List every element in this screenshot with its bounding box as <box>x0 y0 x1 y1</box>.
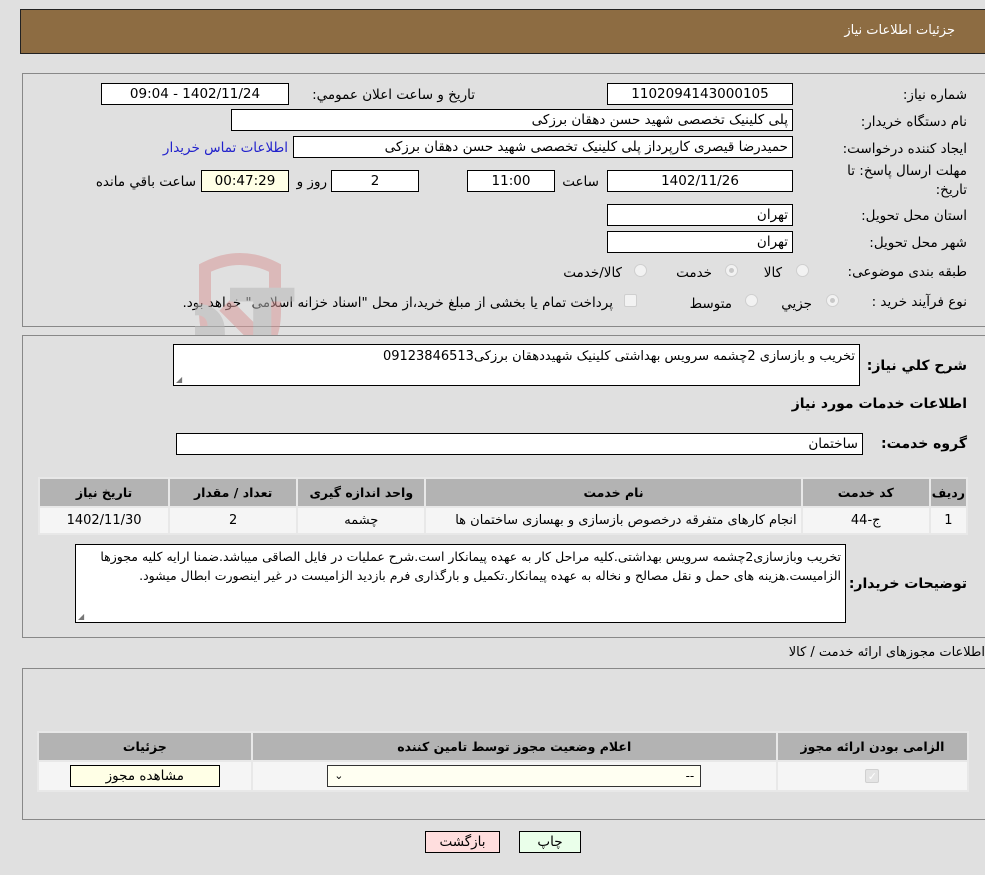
remaining-time-label: ساعت باقي مانده <box>95 174 196 190</box>
col-header-row-number: ردیف <box>928 477 969 508</box>
cell-service-code: ج-44 <box>800 506 931 535</box>
col-header-quantity: تعداد / مقدار <box>168 477 299 508</box>
days-label: روز و <box>296 174 327 190</box>
process-option-medium: متوسط <box>689 296 732 312</box>
category-option-goods-service: کالا/خدمت <box>563 265 622 281</box>
cell-service-name: انجام کارهای متفرقه درخصوص بازسازی و بهس… <box>424 506 803 535</box>
buyer-org-label: نام دستگاه خریدار: <box>860 114 967 130</box>
service-group-label: گروه خدمت: <box>881 436 967 452</box>
process-type-label: نوع فرآیند خرید : <box>871 294 967 310</box>
page-title: جزئیات اطلاعات نیاز <box>844 23 955 38</box>
cell-permit-required: ✓ <box>775 760 970 792</box>
resize-grip-icon[interactable]: ◢ <box>78 613 86 621</box>
col-header-permit-status: اعلام وضعیت مجوز توسط تامین کننده <box>250 731 778 762</box>
buyer-contact-link[interactable]: اطلاعات تماس خریدار <box>163 140 288 156</box>
print-button[interactable]: چاپ <box>519 831 581 853</box>
need-number-field: 1102094143000105 <box>607 83 793 105</box>
process-radio-minor[interactable] <box>826 294 839 307</box>
city-label: شهر محل تحویل: <box>869 235 967 251</box>
col-header-permit-required: الزامی بودن ارائه مجوز <box>775 731 970 762</box>
cell-row-number: 1 <box>928 506 969 535</box>
deadline-label-line1: مهلت ارسال پاسخ: تا <box>847 163 967 179</box>
services-table: ردیف کد خدمت نام خدمت واحد اندازه گیری ت… <box>37 477 969 535</box>
announce-datetime-field: 1402/11/24 - 09:04 <box>101 83 289 105</box>
creator-field: حمیدرضا قیصری کارپرداز پلی کلینیک تخصصی … <box>293 136 793 158</box>
view-permit-button[interactable]: مشاهده مجوز <box>69 765 220 787</box>
page-header: جزئیات اطلاعات نیاز <box>20 9 985 54</box>
cell-details: مشاهده مجوز <box>37 760 253 792</box>
general-description-label: شرح کلي نیاز: <box>866 358 967 374</box>
col-header-unit: واحد اندازه گیری <box>296 477 427 508</box>
permit-status-selected: -- <box>685 769 695 783</box>
chevron-down-icon: ⌄ <box>334 769 344 782</box>
cell-permit-status: -- ⌄ <box>250 760 778 792</box>
permit-status-select[interactable]: -- ⌄ <box>327 765 702 787</box>
permits-section-title: اطلاعات مجوزهای ارائه خدمت / کالا <box>788 645 985 660</box>
treasury-checkbox[interactable] <box>624 294 637 307</box>
remaining-time-field: 00:47:29 <box>201 170 289 192</box>
general-description-textarea[interactable]: تخریب و بازسازی 2چشمه سرویس بهداشتی کلین… <box>173 344 860 386</box>
col-header-service-code: کد خدمت <box>800 477 931 508</box>
city-field: تهران <box>607 231 793 253</box>
services-table-header-row: ردیف کد خدمت نام خدمت واحد اندازه گیری ت… <box>37 477 969 508</box>
general-description-text: تخریب و بازسازی 2چشمه سرویس بهداشتی کلین… <box>382 349 855 364</box>
deadline-date-field: 1402/11/26 <box>607 170 793 192</box>
col-header-need-date: تاریخ نیاز <box>37 477 171 508</box>
deadline-time-field: 11:00 <box>467 170 555 192</box>
category-option-service: خدمت <box>676 265 712 281</box>
deadline-time-label: ساعت <box>562 174 599 190</box>
cell-need-date: 1402/11/30 <box>37 506 171 535</box>
category-option-goods: کالا <box>763 265 782 281</box>
buyer-org-field: پلی کلینیک تخصصی شهید حسن دهقان برزکی <box>231 109 793 131</box>
process-option-minor: جزیي <box>781 296 812 312</box>
table-row: 1 ج-44 انجام کارهای متفرقه درخصوص بازساز… <box>37 506 969 535</box>
category-radio-service[interactable] <box>725 264 738 277</box>
cell-quantity: 2 <box>168 506 299 535</box>
days-remaining-field: 2 <box>331 170 419 192</box>
service-group-field: ساختمان <box>176 433 863 455</box>
announce-datetime-label: تاریخ و ساعت اعلان عمومي: <box>312 87 475 103</box>
buyer-notes-textarea[interactable]: تخریب وبازسازی2چشمه سرویس بهداشتی.کلیه م… <box>75 544 846 623</box>
permit-required-checkbox[interactable]: ✓ <box>865 768 880 783</box>
permits-table: الزامی بودن ارائه مجوز اعلام وضعیت مجوز … <box>37 731 970 792</box>
category-label: طبقه بندی موضوعی: <box>847 264 967 280</box>
buyer-notes-label: توضیحات خریدار: <box>848 576 967 592</box>
province-label: استان محل تحویل: <box>861 208 967 224</box>
process-radio-medium[interactable] <box>745 294 758 307</box>
cell-unit: چشمه <box>296 506 427 535</box>
col-header-service-name: نام خدمت <box>424 477 803 508</box>
col-header-details: جزئیات <box>37 731 253 762</box>
treasury-payment-text: پرداخت تمام یا بخشی از مبلغ خرید،از محل … <box>182 295 613 311</box>
creator-label: ایجاد کننده درخواست: <box>842 141 967 157</box>
table-row: ✓ -- ⌄ مشاهده مجوز <box>37 760 970 792</box>
deadline-label-line2: تاریخ: <box>935 182 967 198</box>
back-button[interactable]: بازگشت <box>425 831 500 853</box>
category-radio-goods[interactable] <box>796 264 809 277</box>
province-field: تهران <box>607 204 793 226</box>
category-radio-goods-service[interactable] <box>634 264 647 277</box>
services-heading: اطلاعات خدمات مورد نیاز <box>791 396 967 412</box>
resize-grip-icon[interactable]: ◢ <box>176 376 184 384</box>
need-number-label: شماره نیاز: <box>902 87 967 103</box>
buyer-notes-text: تخریب وبازسازی2چشمه سرویس بهداشتی.کلیه م… <box>100 549 841 583</box>
permits-table-header-row: الزامی بودن ارائه مجوز اعلام وضعیت مجوز … <box>37 731 970 762</box>
